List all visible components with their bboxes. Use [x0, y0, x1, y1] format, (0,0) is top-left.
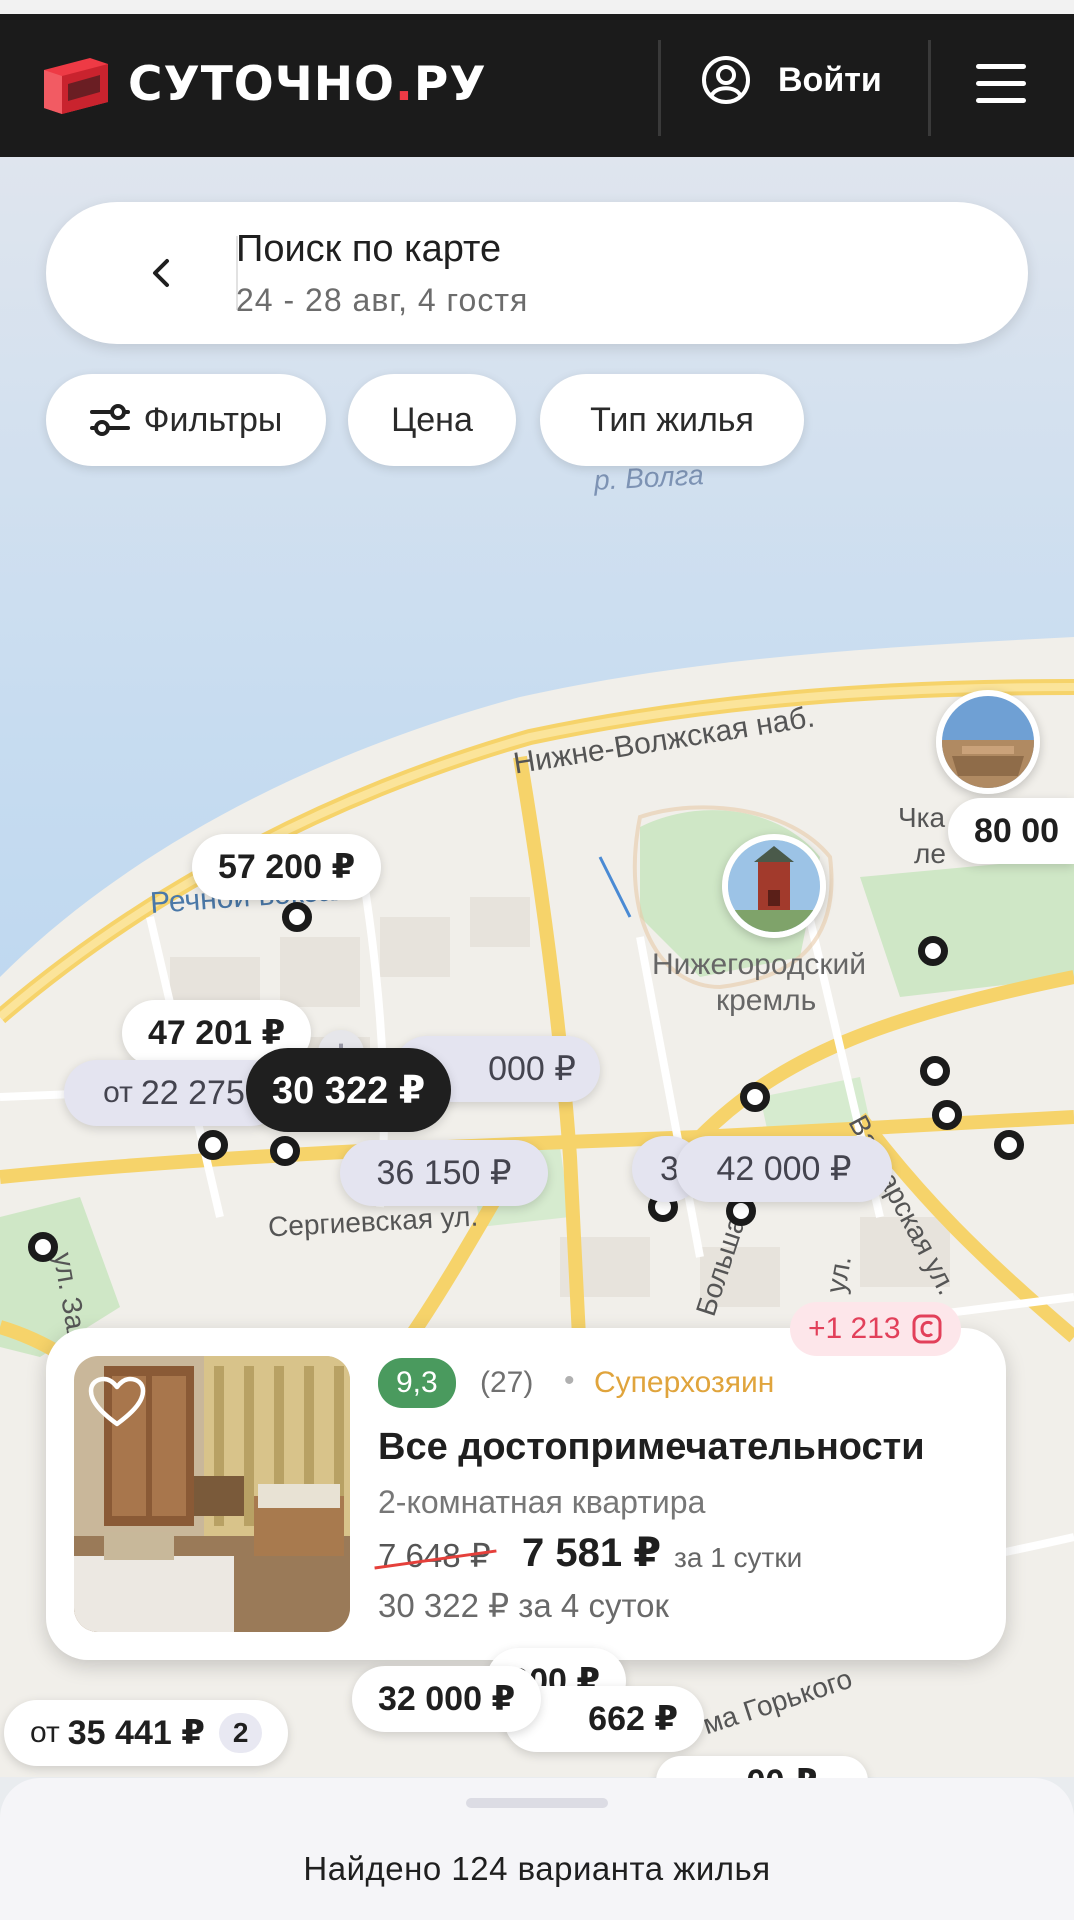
map-marker-dot[interactable] [994, 1130, 1024, 1160]
listing-card[interactable]: 9,3 (27) • Суперхозяин Все достопримечат… [46, 1328, 1006, 1660]
price-chip-label: Цена [391, 400, 473, 439]
status-strip [0, 0, 1074, 14]
price-chip[interactable]: Цена [348, 374, 516, 466]
map-marker-dot[interactable] [198, 1130, 228, 1160]
back-arrow-icon[interactable] [146, 258, 176, 288]
price-pin[interactable]: 80 00 [948, 798, 1074, 864]
review-count: (27) [480, 1366, 534, 1399]
hamburger-menu-icon[interactable] [976, 64, 1026, 104]
search-title: Поиск по карте [236, 228, 502, 270]
sheet-grabber[interactable] [466, 1798, 608, 1808]
map-marker-dot[interactable] [932, 1100, 962, 1130]
landmark-photo-chkalov[interactable] [936, 690, 1040, 794]
bonus-coin-icon [912, 1314, 942, 1344]
cashback-badge: +1 213 [790, 1302, 961, 1356]
price-period: за 1 сутки [674, 1542, 803, 1573]
map-label-kremlin-2: кремль [716, 984, 817, 1017]
total-price: 30 322 ₽ за 4 суток [378, 1587, 669, 1624]
filters-label: Фильтры [143, 400, 283, 439]
price-pin[interactable]: 36 150 ₽ [340, 1140, 548, 1206]
map-label-street: ул. [820, 1253, 858, 1296]
map-marker-dot[interactable] [740, 1082, 770, 1112]
header-divider [928, 40, 931, 136]
results-sheet[interactable]: Найдено 124 варианта жилья [0, 1778, 1074, 1920]
price-pin[interactable]: 42 000 ₽ [676, 1136, 892, 1202]
login-button[interactable]: Войти [700, 54, 882, 106]
map-marker-dot[interactable] [282, 902, 312, 932]
current-price: 7 581 ₽ [522, 1531, 662, 1575]
listing-type: 2-комнатная квартира [378, 1484, 706, 1520]
landmark-photo-kremlin[interactable] [722, 834, 826, 938]
price-pin[interactable]: 57 200 ₽ [192, 834, 382, 900]
rating-badge: 9,3 [378, 1358, 456, 1408]
listing-title: Все достопримечательности [378, 1426, 925, 1468]
map-marker-dot[interactable] [270, 1136, 300, 1166]
map-search-bar[interactable]: Поиск по карте 24 - 28 авг, 4 гостя [46, 202, 1028, 344]
logo-icon [38, 48, 114, 120]
app-header: СУТОЧНО.РУ Войти [0, 14, 1074, 157]
sliders-icon [89, 404, 130, 436]
results-count: Найдено 124 варианта жилья [303, 1850, 771, 1887]
cashback-amount: +1 213 [808, 1312, 901, 1345]
brand-logo[interactable]: СУТОЧНО.РУ [38, 48, 487, 120]
search-dates-guests: 24 - 28 авг, 4 гостя [236, 282, 529, 318]
superhost-badge: Суперхозяин [594, 1366, 775, 1399]
map-label-chkalov-2: ле [914, 838, 946, 869]
map-marker-dot[interactable] [28, 1232, 58, 1262]
housing-type-label: Тип жилья [590, 400, 754, 439]
price-pin[interactable]: от 35 441 ₽2 [4, 1700, 289, 1766]
login-label: Войти [778, 60, 882, 99]
map-marker-dot[interactable] [918, 936, 948, 966]
housing-type-chip[interactable]: Тип жилья [540, 374, 804, 466]
user-circle-icon [702, 56, 750, 104]
price-pin-selected[interactable]: 30 322 ₽ [246, 1048, 452, 1132]
header-divider [658, 40, 661, 136]
old-price: 7 648 ₽ [378, 1537, 491, 1574]
brand-name: СУТОЧНО.РУ [128, 56, 487, 112]
separator-dot: • [564, 1364, 575, 1397]
favorite-heart-icon[interactable] [88, 1376, 146, 1428]
map-label-chkalov: Чка [898, 802, 946, 833]
map-marker-dot[interactable] [920, 1056, 950, 1086]
map-label-kremlin: Нижегородский [652, 948, 866, 981]
price-pin[interactable]: 32 000 ₽ [352, 1666, 542, 1732]
filters-chip[interactable]: Фильтры [46, 374, 326, 466]
